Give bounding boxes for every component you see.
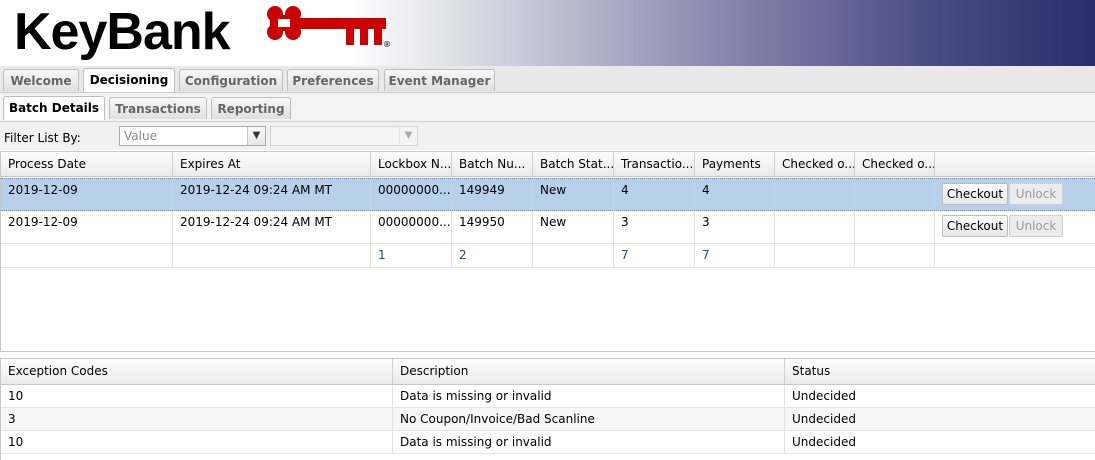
- chevron-down-icon: ▼: [399, 127, 417, 145]
- checkout-button[interactable]: Checkout: [942, 183, 1008, 205]
- cell-transactions: 3: [614, 211, 695, 243]
- table-row[interactable]: 2019-12-09 2019-12-24 09:24 AM MT 000000…: [1, 211, 1095, 244]
- col-batch-status[interactable]: Batch Stat...: [533, 152, 614, 176]
- table-row[interactable]: 2019-12-09 2019-12-24 09:24 AM MT 000000…: [1, 178, 1095, 211]
- cell-summary-empty: [173, 244, 371, 267]
- brand-logo-text: KeyBank: [14, 3, 231, 61]
- cell-exception-code: 3: [1, 408, 393, 430]
- filter-field-select[interactable]: Value ▼: [119, 126, 266, 146]
- registered-mark: ®: [383, 40, 391, 49]
- cell-expires-at: 2019-12-24 09:24 AM MT: [173, 179, 371, 210]
- summary-payments-total: 7: [695, 244, 775, 267]
- cell-checked-out-by: [775, 179, 855, 210]
- cell-batch-number: 149949: [452, 179, 533, 210]
- cell-process-date: 2019-12-09: [1, 179, 173, 210]
- col-batch-number[interactable]: Batch Nu...: [452, 152, 533, 176]
- summary-row: 1 2 7 7: [1, 244, 1095, 268]
- chevron-down-icon[interactable]: ▼: [247, 127, 265, 145]
- cell-process-date: 2019-12-09: [1, 211, 173, 243]
- col-payments[interactable]: Payments: [695, 152, 775, 176]
- col-description[interactable]: Description: [393, 359, 785, 384]
- cell-transactions: 4: [614, 179, 695, 210]
- col-checked-out-by[interactable]: Checked o...: [775, 152, 855, 176]
- tab-event-manager[interactable]: Event Manager: [384, 69, 495, 91]
- table-row[interactable]: 10 Data is missing or invalid Undecided: [1, 431, 1095, 454]
- header-banner: KeyBank ®: [0, 0, 1095, 66]
- col-exception-codes[interactable]: Exception Codes: [1, 359, 393, 384]
- cell-exception-code: 10: [1, 385, 393, 407]
- cell-expires-at: 2019-12-24 09:24 AM MT: [173, 211, 371, 243]
- cell-summary-empty: [855, 244, 935, 267]
- col-expires-at[interactable]: Expires At: [173, 152, 371, 176]
- cell-description: Data is missing or invalid: [393, 431, 785, 453]
- col-process-date[interactable]: Process Date: [1, 152, 173, 176]
- cell-summary-empty: [1, 244, 173, 267]
- tab-decisioning[interactable]: Decisioning: [83, 68, 175, 92]
- filter-value-select: ▼: [270, 126, 418, 146]
- tab-preferences[interactable]: Preferences: [287, 69, 379, 91]
- exception-grid-header: Exception Codes Description Status: [1, 359, 1095, 385]
- tab-transactions[interactable]: Transactions: [109, 97, 207, 119]
- col-lockbox[interactable]: Lockbox N...: [371, 152, 452, 176]
- cell-status: Undecided: [792, 389, 856, 403]
- unlock-button: Unlock: [1009, 183, 1063, 205]
- unlock-button: Unlock: [1009, 215, 1063, 237]
- tab-reporting[interactable]: Reporting: [211, 97, 291, 119]
- main-tab-bar: Welcome Decisioning Configuration Prefer…: [0, 66, 1095, 93]
- tab-welcome[interactable]: Welcome: [3, 69, 79, 91]
- checkout-button[interactable]: Checkout: [942, 215, 1008, 237]
- table-row[interactable]: 10 Data is missing or invalid Undecided: [1, 385, 1095, 408]
- col-actions: [935, 152, 1095, 176]
- summary-batch-count: 2: [452, 244, 533, 267]
- key-logo-icon: [267, 6, 386, 45]
- summary-lockbox-count: 1: [371, 244, 452, 267]
- filter-bar: Filter List By: Value ▼ ▼: [0, 122, 1095, 150]
- cell-summary-empty: [775, 244, 855, 267]
- cell-summary-empty: [533, 244, 614, 267]
- cell-payments: 3: [695, 211, 775, 243]
- col-transactions[interactable]: Transactio...: [614, 152, 695, 176]
- table-row[interactable]: 3 No Coupon/Invoice/Bad Scanline Undecid…: [1, 408, 1095, 431]
- cell-lockbox: 00000000...: [371, 211, 452, 243]
- cell-lockbox: 00000000...: [371, 179, 452, 210]
- cell-checked-out-at: [855, 179, 935, 210]
- col-status[interactable]: Status: [785, 359, 1095, 384]
- summary-transactions-total: 7: [614, 244, 695, 267]
- cell-payments: 4: [695, 179, 775, 210]
- cell-checked-out-at: [855, 211, 935, 243]
- col-checked-out-at[interactable]: Checked o...: [855, 152, 935, 176]
- cell-status: Undecided: [792, 435, 856, 449]
- batch-grid-header: Process Date Expires At Lockbox N... Bat…: [1, 152, 1095, 177]
- sub-tab-bar: Batch Details Transactions Reporting: [0, 93, 1095, 122]
- batch-grid: Process Date Expires At Lockbox N... Bat…: [0, 151, 1095, 352]
- filter-field-value: Value: [124, 129, 157, 143]
- exception-grid: Exception Codes Description Status 10 Da…: [0, 358, 1095, 460]
- cell-batch-status: New: [533, 179, 614, 210]
- cell-description: Data is missing or invalid: [393, 385, 785, 407]
- tab-configuration[interactable]: Configuration: [179, 69, 283, 91]
- tab-batch-details[interactable]: Batch Details: [3, 96, 105, 120]
- cell-checked-out-by: [775, 211, 855, 243]
- cell-batch-status: New: [533, 211, 614, 243]
- cell-batch-number: 149950: [452, 211, 533, 243]
- cell-status: Undecided: [792, 412, 856, 426]
- cell-description: No Coupon/Invoice/Bad Scanline: [393, 408, 785, 430]
- cell-exception-code: 10: [1, 431, 393, 453]
- filter-label: Filter List By:: [4, 131, 81, 145]
